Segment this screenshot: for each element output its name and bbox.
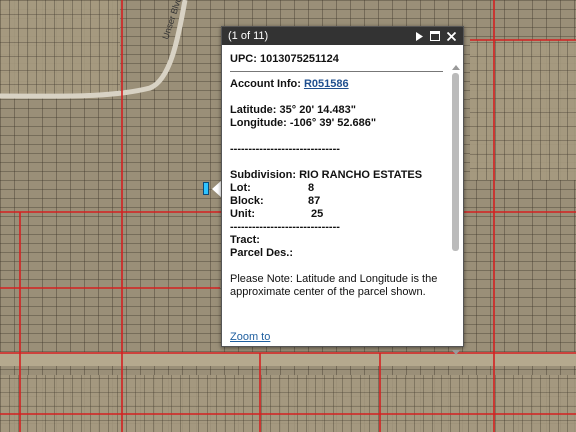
upc-value: 1013075251124 [259, 53, 339, 65]
selected-parcel-marker[interactable] [203, 182, 209, 195]
play-icon [416, 31, 423, 41]
unit-value: 25 [311, 208, 324, 220]
popup-header: (1 of 11) [222, 27, 463, 45]
close-button[interactable] [443, 28, 459, 44]
separator: ------------------------------ [230, 143, 340, 155]
latitude-label: Latitude: [230, 104, 277, 116]
parcel-description-label: Parcel Des.: [230, 247, 293, 259]
account-row: Account Info: R051586 [230, 78, 443, 91]
longitude-label: Longitude: [230, 117, 287, 129]
account-link[interactable]: R051586 [304, 78, 349, 90]
tract-label: Tract: [230, 234, 260, 246]
latitude-value: 35° 20' 14.483" [279, 104, 356, 116]
block-value: 87 [308, 195, 321, 207]
upc-label: UPC: [230, 53, 257, 65]
lot-value: 8 [308, 182, 315, 194]
scroll-down-icon[interactable] [452, 350, 460, 355]
popup-scrollbar[interactable] [451, 65, 460, 355]
unit-label: Unit: [230, 208, 256, 220]
popup-content: UPC: 1013075251124 Account Info: R051586… [222, 45, 463, 346]
next-feature-button[interactable] [411, 28, 427, 44]
account-label: Account Info: [230, 78, 301, 90]
lot-row: Lot: 8 [230, 182, 443, 195]
separator-2: ------------------------------ [230, 221, 340, 233]
close-icon [446, 31, 456, 41]
upc-row: UPC: 1013075251124 [230, 53, 443, 72]
subdivision-row: Subdivision: RIO RANCHO ESTATES [230, 169, 443, 182]
scroll-thumb[interactable] [452, 73, 459, 251]
subdivision-label: Subdivision: [230, 169, 296, 181]
maximize-button[interactable] [427, 28, 443, 44]
location-note: Please Note: Latitude and Longitude is t… [230, 273, 438, 298]
unit-row: Unit: 25 [230, 208, 443, 221]
longitude-value: -106° 39' 52.686" [289, 117, 377, 129]
info-popup: (1 of 11) UPC: 1013075251124 Account Inf… [221, 26, 464, 355]
latitude-row: Latitude: 35° 20' 14.483" [230, 104, 443, 117]
block-row: Block: 87 [230, 195, 443, 208]
zoom-to-link[interactable]: Zoom to [230, 331, 270, 343]
scroll-up-icon[interactable] [452, 65, 460, 70]
lot-label: Lot: [230, 182, 251, 194]
maximize-icon [430, 31, 440, 41]
subdivision-value: RIO RANCHO ESTATES [299, 169, 423, 181]
longitude-row: Longitude: -106° 39' 52.686" [230, 117, 443, 130]
block-label: Block: [230, 195, 264, 207]
feature-count: (1 of 11) [228, 30, 269, 42]
